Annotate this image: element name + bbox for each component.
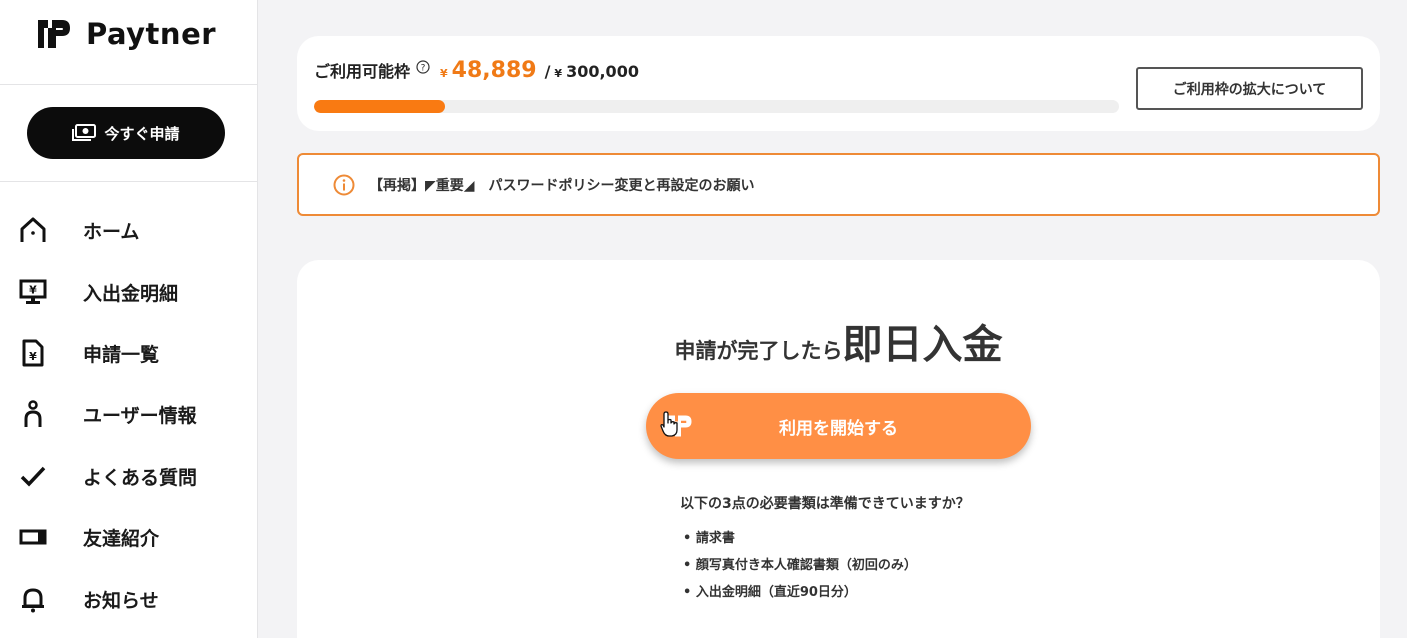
sidebar-item-label: 友達紹介 — [83, 527, 160, 550]
ticket-icon — [18, 522, 48, 552]
sidebar-item-label: よくある質問 — [83, 466, 198, 489]
start-using-label: 利用を開始する — [779, 418, 898, 439]
required-documents: 以下の3点の必要書類は準備できていますか？ • 請求書 • 顔写真付き本人確認書… — [680, 493, 970, 608]
sidebar-divider — [0, 181, 258, 182]
announcement-banner[interactable]: 【再掲】◤重要◢ パスワードポリシー変更と再設定のお願い — [297, 153, 1380, 216]
currency-symbol: ¥ — [554, 67, 563, 80]
info-circle-icon — [333, 174, 355, 196]
currency-symbol: ¥ — [440, 67, 448, 80]
svg-text:¥: ¥ — [29, 350, 37, 363]
sidebar-item-referral[interactable]: 友達紹介 — [0, 513, 258, 561]
sidebar-item-faq[interactable]: よくある質問 — [0, 452, 258, 500]
hand-pointer-icon — [660, 411, 678, 437]
sidebar-item-transactions[interactable]: ¥ 入出金明細 — [0, 268, 258, 316]
headline-big: 即日入金 — [842, 322, 1003, 368]
available-amount: 48,889 — [451, 58, 537, 83]
credit-limit-card: ご利用可能枠 ? ¥ 48,889 / ¥ 300,000 ご利用枠の拡大につい… — [297, 36, 1380, 131]
credit-limit-label: ご利用可能枠 — [314, 62, 411, 81]
total-limit-amount: 300,000 — [566, 62, 639, 81]
usage-progress-bar — [314, 100, 1119, 113]
credit-limit-summary: ご利用可能枠 ? ¥ 48,889 / ¥ 300,000 — [314, 58, 639, 83]
sidebar-item-applications[interactable]: ¥ 申請一覧 — [0, 329, 258, 377]
check-icon — [18, 461, 48, 491]
sidebar-item-notifications[interactable]: お知らせ — [0, 575, 258, 623]
document-item: • 顔写真付き本人確認書類（初回のみ） — [683, 558, 917, 573]
get-started-card: 申請が完了したら即日入金 利用を開始する 以下の3点の必要書類は準備できています… — [297, 260, 1380, 638]
sidebar-item-label: 申請一覧 — [83, 343, 160, 366]
apply-now-label: 今すぐ申請 — [104, 124, 180, 143]
start-using-button[interactable]: 利用を開始する — [646, 393, 1031, 459]
svg-text:?: ? — [421, 64, 426, 74]
sidebar: Paytner 今すぐ申請 ホーム ¥ 入出金明細 ¥ 申請一覧 ユーザー情報 — [0, 0, 258, 638]
user-icon — [18, 399, 48, 429]
brand-name: Paytner — [86, 17, 217, 51]
document-yen-icon: ¥ — [18, 338, 48, 368]
documents-question: 以下の3点の必要書類は準備できていますか？ — [680, 496, 970, 512]
sidebar-item-label: お知らせ — [83, 589, 159, 612]
sidebar-item-user-info[interactable]: ユーザー情報 — [0, 390, 258, 438]
amount-separator: / — [544, 62, 551, 81]
headline-small: 申請が完了したら — [674, 339, 843, 363]
monitor-yen-icon: ¥ — [18, 277, 48, 307]
sidebar-divider — [0, 84, 258, 85]
svg-text:¥: ¥ — [29, 284, 37, 297]
announcement-text: 【再掲】◤重要◢ パスワードポリシー変更と再設定のお願い — [369, 178, 755, 194]
sidebar-item-label: ユーザー情報 — [83, 404, 197, 427]
document-item: • 入出金明細（直近90日分） — [683, 585, 857, 600]
apply-now-button[interactable]: 今すぐ申請 — [27, 107, 225, 159]
usage-progress-fill — [314, 100, 446, 113]
hero-headline: 申請が完了したら即日入金 — [297, 312, 1380, 370]
question-circle-icon[interactable]: ? — [416, 60, 430, 78]
money-icon — [72, 124, 97, 141]
document-item: • 請求書 — [683, 531, 735, 546]
sidebar-item-label: ホーム — [83, 220, 140, 243]
limit-expansion-button[interactable]: ご利用枠の拡大について — [1136, 67, 1363, 110]
bell-icon — [18, 584, 48, 614]
sidebar-item-label: 入出金明細 — [83, 282, 179, 305]
sidebar-item-home[interactable]: ホーム — [0, 206, 258, 254]
brand-logo[interactable]: Paytner — [36, 17, 216, 51]
home-icon — [18, 215, 48, 245]
paytner-logo-icon — [38, 20, 70, 48]
